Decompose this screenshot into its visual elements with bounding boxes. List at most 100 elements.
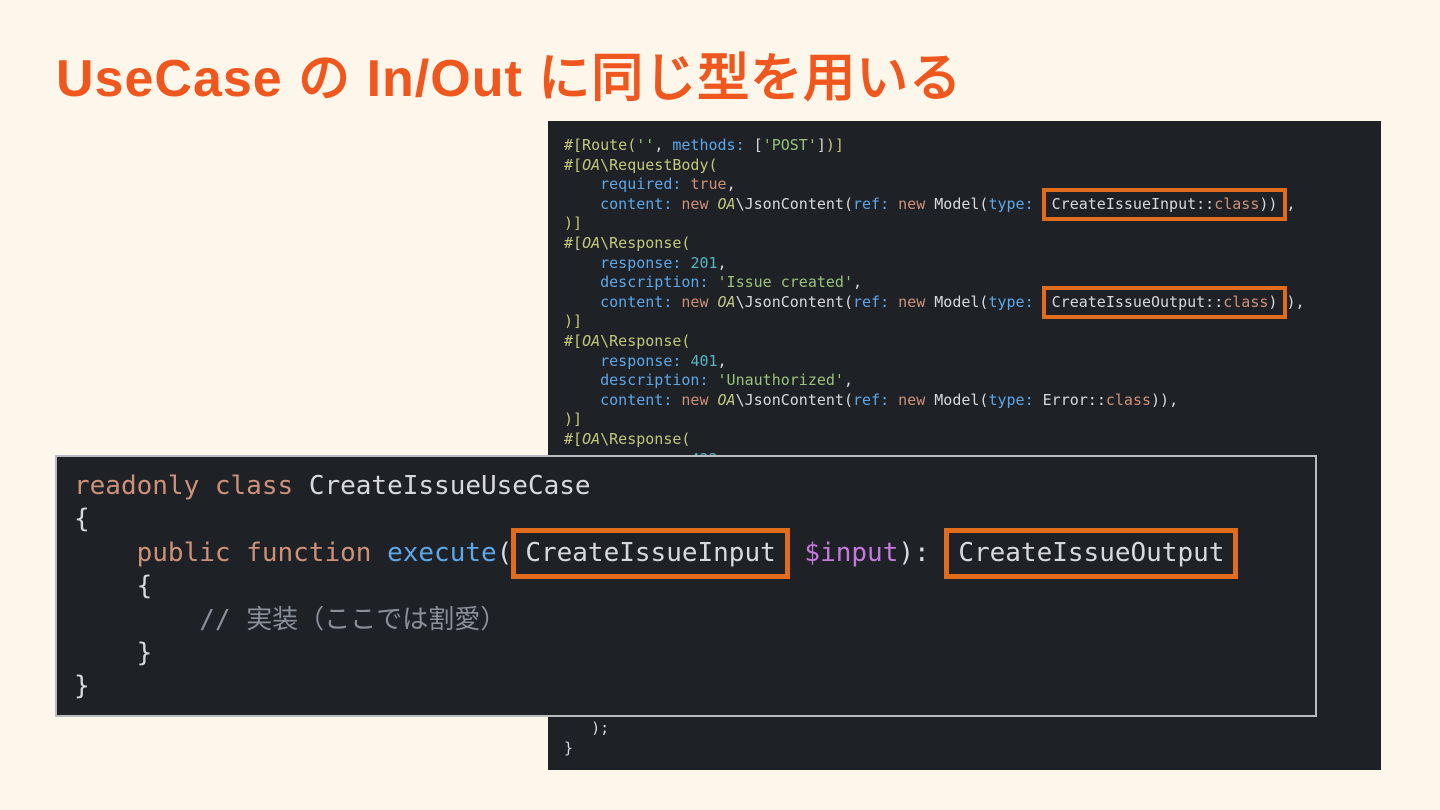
code-token: content: (600, 194, 682, 213)
code-token: type: (988, 194, 1043, 213)
code-token: { (74, 504, 90, 535)
code-token: 401 (690, 351, 718, 370)
code-token: 'Unauthorized' (717, 371, 844, 390)
code-token: new (681, 292, 718, 311)
code-token: required: (600, 175, 691, 194)
code-line: content: new OA\JsonContent(ref: new Mod… (564, 391, 1305, 411)
code-line: #[OA\Response( (564, 332, 1305, 352)
code-token: OA (582, 233, 601, 252)
code-line: )] (564, 410, 1305, 430)
code-token: ), (1286, 292, 1305, 311)
code-token: execute (387, 537, 497, 568)
code-token: public function (136, 537, 388, 568)
code-token: Model( (934, 292, 989, 311)
code-token: CreateIssueOutput:: (1051, 292, 1224, 311)
code-line: // 実装（ここでは割愛） (74, 604, 1237, 637)
code-token: #[ (564, 331, 583, 350)
code-token: description: (600, 273, 718, 292)
code-token: CreateIssueInput:: (1051, 194, 1215, 213)
code-line: } (74, 637, 1237, 670)
code-token: } (74, 671, 90, 702)
code-token: , (717, 351, 727, 370)
code-token: , (843, 371, 853, 390)
code-token: )] (564, 410, 583, 429)
code-token: , (853, 273, 863, 292)
code-token: ref: (853, 194, 899, 213)
code-token: , (1286, 194, 1296, 213)
code-line: } (564, 739, 609, 759)
code-line: { (74, 570, 1237, 603)
code-line: required: true, (564, 175, 1305, 195)
code-token: methods: (672, 136, 754, 154)
code-line: response: 401, (564, 352, 1305, 372)
code-line: } (74, 670, 1237, 703)
code-token: new (681, 390, 718, 409)
code-token: )] (825, 136, 844, 154)
code-token: 201 (690, 253, 718, 272)
highlight-box: CreateIssueInput (511, 527, 790, 580)
code-token: [ (753, 136, 763, 154)
code-line: #[Route('', methods: ['POST'])] (564, 136, 1305, 156)
code-token: '' (636, 136, 655, 154)
code-token: OA (582, 331, 601, 350)
slide: { "title": { "text": "UseCase の In/Out に… (0, 0, 1440, 810)
code-token: description: (600, 371, 718, 390)
code-token: ): (898, 537, 946, 568)
code-token: , (654, 136, 673, 154)
code-token: new (898, 292, 935, 311)
code-token: class (1223, 292, 1269, 311)
code-token: #[ (564, 155, 583, 174)
code-token: OA (717, 390, 736, 409)
code-line: #[OA\Response( (564, 234, 1305, 254)
code-token: #[ (564, 233, 583, 252)
code-token: } (74, 638, 153, 669)
code-token: content: (600, 292, 682, 311)
code-token: Error:: (1042, 390, 1106, 409)
code-token: \JsonContent( (735, 194, 853, 213)
code-token: Model( (934, 390, 989, 409)
code-token: #[ (564, 429, 583, 448)
code-token: type: (988, 390, 1043, 409)
code-token: new (898, 194, 935, 213)
code-line: content: new OA\JsonContent(ref: new Mod… (564, 285, 1305, 320)
code-token: // 実装（ここでは割愛） (199, 604, 507, 635)
code-token: ref: (853, 292, 899, 311)
code-line: response: 201, (564, 254, 1305, 274)
code-token: response: (600, 253, 691, 272)
code-token: $input (804, 537, 899, 568)
code-token: #[Route( (564, 136, 637, 154)
code-token: )) (1259, 194, 1278, 213)
code-token: ] (816, 136, 826, 154)
code-token: OA (717, 292, 736, 311)
code-token: CreateIssueInput (525, 537, 776, 568)
code-token: Model( (934, 194, 989, 213)
openapi-code-tail-lines: );} (564, 719, 609, 758)
code-token: 'Issue created' (717, 273, 853, 292)
code-token: readonly class (74, 471, 309, 501)
code-token: ) (1268, 292, 1278, 311)
code-line: )] (564, 214, 1305, 234)
code-token: true (690, 175, 727, 194)
code-token: )] (564, 214, 583, 233)
code-line: #[OA\Response( (564, 430, 1305, 450)
highlight-box: CreateIssueOutput (944, 527, 1239, 580)
usecase-code-lines: readonly class CreateIssueUseCase { publi… (74, 470, 1239, 704)
code-token: CreateIssueUseCase (308, 471, 591, 501)
code-token: \Response( (600, 429, 691, 448)
code-line: description: 'Unauthorized', (564, 371, 1305, 391)
code-token: { (74, 571, 153, 602)
code-token: \Response( (600, 233, 691, 252)
code-token: )] (564, 312, 583, 331)
code-line: content: new OA\JsonContent(ref: new Mod… (564, 187, 1305, 222)
code-token: ref: (853, 390, 899, 409)
